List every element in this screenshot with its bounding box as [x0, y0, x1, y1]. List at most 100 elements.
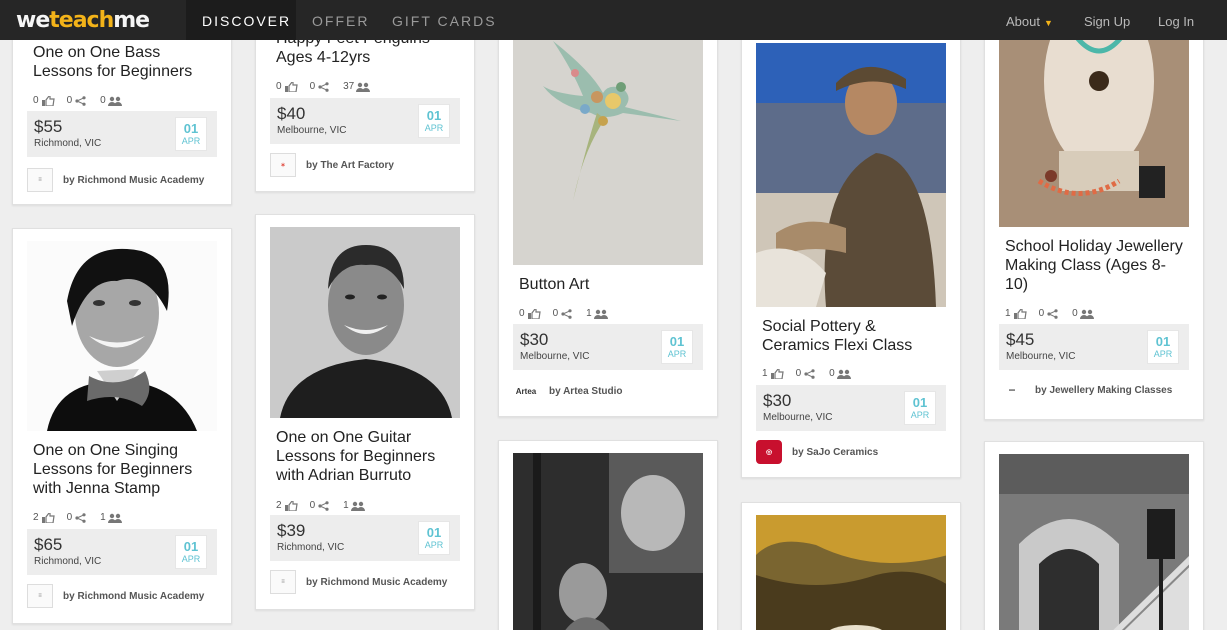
- shares-stat: 0: [67, 512, 89, 523]
- price-box: $55 Richmond, VIC 01 APR: [27, 111, 217, 157]
- price-box: $39 Richmond, VIC 01 APR: [270, 515, 460, 561]
- likes-count: 2: [276, 500, 282, 511]
- logo-me: me: [113, 8, 150, 33]
- class-card[interactable]: Button Art 0 0 1 $30 Melbourne, VIC 01 AP…: [498, 0, 718, 417]
- organiser-name: by Richmond Music Academy: [306, 576, 448, 588]
- card-image[interactable]: [513, 453, 703, 630]
- share-icon: [75, 512, 86, 523]
- people-icon: [356, 82, 371, 92]
- card-stats: 1 0 0: [1005, 308, 1106, 319]
- class-card[interactable]: [741, 502, 961, 630]
- organiser-name: by Artea Studio: [549, 385, 623, 397]
- date-badge: 01 APR: [904, 391, 936, 425]
- people-stat: 1: [586, 308, 608, 319]
- card-stats: 2 0 1: [276, 500, 377, 511]
- class-card[interactable]: [984, 441, 1204, 630]
- organiser[interactable]: ✶ by The Art Factory: [270, 152, 464, 178]
- people-stat: 1: [100, 512, 122, 523]
- card-title[interactable]: One on One Bass Lessons for Beginners: [33, 43, 217, 81]
- date-day: 01: [1155, 334, 1171, 349]
- people-count: 1: [586, 308, 592, 319]
- guitar-teacher-portrait: [270, 227, 460, 418]
- thumbs-up-icon: [1013, 308, 1027, 319]
- shares-count: 0: [552, 308, 559, 319]
- price: $40: [277, 104, 306, 123]
- organiser[interactable]: Artea by Artea Studio: [513, 378, 707, 404]
- people-count: 1: [343, 500, 349, 511]
- people-stat: 0: [829, 368, 851, 379]
- organiser[interactable]: ≡ by Richmond Music Academy: [270, 569, 464, 595]
- date-month: APR: [424, 540, 444, 550]
- likes-stat: 0: [276, 81, 298, 92]
- date-month: APR: [1153, 349, 1173, 359]
- painting-photo: [756, 515, 946, 630]
- organiser[interactable]: ≡ by Richmond Music Academy: [27, 583, 221, 609]
- card-image[interactable]: [756, 43, 946, 307]
- shares-stat: 0: [1039, 308, 1061, 319]
- people-icon: [107, 96, 122, 106]
- class-card[interactable]: One on One Singing Lessons for Beginners…: [12, 228, 232, 624]
- price-box: $65 Richmond, VIC 01 APR: [27, 529, 217, 575]
- share-icon: [1047, 308, 1058, 319]
- tab-offer[interactable]: OFFER: [312, 0, 369, 40]
- date-badge: 01 APR: [1147, 330, 1179, 364]
- organiser-name: by Richmond Music Academy: [63, 590, 205, 602]
- card-image[interactable]: [756, 515, 946, 630]
- class-card[interactable]: [498, 440, 718, 630]
- class-card[interactable]: Social Pottery & Ceramics Flexi Class 1 …: [741, 0, 961, 478]
- card-image[interactable]: [999, 454, 1189, 630]
- date-month: APR: [910, 410, 930, 420]
- likes-count: 1: [1005, 308, 1011, 319]
- people-count: 0: [829, 368, 835, 379]
- likes-stat: 1: [1005, 308, 1027, 319]
- card-title[interactable]: School Holiday Jewellery Making Class (A…: [1005, 237, 1189, 294]
- signup-link[interactable]: Sign Up: [1084, 0, 1130, 40]
- price: $65: [34, 535, 63, 554]
- price: $30: [763, 391, 792, 410]
- card-title[interactable]: One on One Singing Lessons for Beginners…: [33, 441, 217, 498]
- about-menu[interactable]: About ▼: [1006, 0, 1053, 40]
- sculpture-photo: [513, 453, 703, 630]
- shares-count: 0: [66, 95, 73, 106]
- class-card[interactable]: One on One Guitar Lessons for Beginners …: [255, 214, 475, 610]
- organiser-logo: ≡: [27, 168, 53, 192]
- price-box: $45 Melbourne, VIC 01 APR: [999, 324, 1189, 370]
- organiser[interactable]: ▬ by Jewellery Making Classes: [999, 377, 1193, 403]
- shares-count: 0: [795, 368, 802, 379]
- people-icon: [1079, 309, 1094, 319]
- card-image[interactable]: [27, 241, 217, 431]
- likes-count: 1: [762, 368, 768, 379]
- card-title[interactable]: Social Pottery & Ceramics Flexi Class: [762, 317, 946, 355]
- thumbs-up-icon: [770, 368, 784, 379]
- date-day: 01: [912, 395, 928, 410]
- price: $39: [277, 521, 306, 540]
- thumbs-up-icon: [527, 308, 541, 319]
- location: Richmond, VIC: [277, 542, 345, 553]
- organiser-logo: ▬: [1009, 387, 1015, 393]
- share-icon: [318, 500, 329, 511]
- location: Melbourne, VIC: [763, 412, 833, 423]
- people-count: 37: [343, 81, 355, 92]
- card-title[interactable]: Button Art: [519, 275, 703, 294]
- organiser-logo: ◎: [756, 440, 782, 464]
- likes-stat: 2: [33, 512, 55, 523]
- shares-count: 0: [309, 81, 316, 92]
- price-box: $40 Melbourne, VIC 01 APR: [270, 98, 460, 144]
- tab-gift-cards[interactable]: GIFT CARDS: [392, 0, 497, 40]
- people-icon: [350, 501, 365, 511]
- date-badge: 01 APR: [175, 117, 207, 151]
- class-card[interactable]: School Holiday Jewellery Making Class (A…: [984, 0, 1204, 420]
- people-icon: [593, 309, 608, 319]
- verona-staircase-photo: [999, 454, 1189, 630]
- price-box: $30 Melbourne, VIC 01 APR: [756, 385, 946, 431]
- card-image[interactable]: [270, 227, 460, 418]
- card-stats: 1 0 0: [762, 368, 863, 379]
- logo[interactable]: weteachme: [16, 8, 150, 33]
- organiser-logo: ≡: [270, 570, 296, 594]
- tab-discover[interactable]: DISCOVER: [186, 0, 296, 40]
- organiser[interactable]: ◎ by SaJo Ceramics: [756, 439, 950, 465]
- login-link[interactable]: Log In: [1158, 0, 1194, 40]
- organiser[interactable]: ≡ by Richmond Music Academy: [27, 167, 221, 193]
- card-image[interactable]: [513, 1, 703, 265]
- card-title[interactable]: One on One Guitar Lessons for Beginners …: [276, 428, 460, 485]
